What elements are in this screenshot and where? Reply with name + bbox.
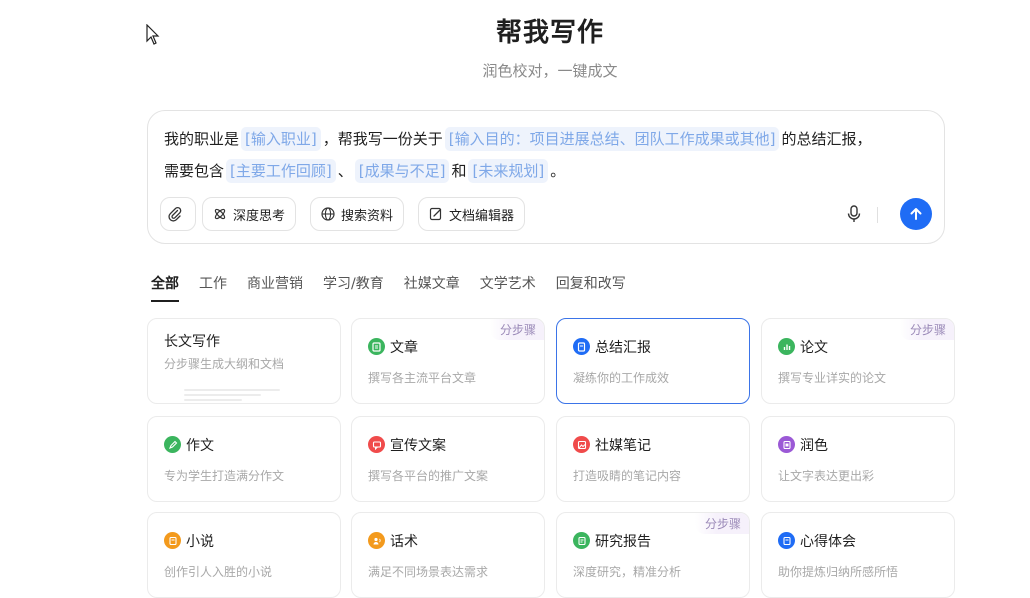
paperclip-icon xyxy=(168,206,182,222)
card-research-report[interactable]: 研究报告 深度研究，精准分析 分步骤 xyxy=(556,512,750,598)
card-desc: 撰写各主流平台文章 xyxy=(368,371,477,385)
card-title: 社媒笔记 xyxy=(595,438,651,454)
step-badge: 分步骤 xyxy=(694,513,749,534)
attach-button[interactable] xyxy=(160,197,196,231)
card-article[interactable]: 文章 撰写各主流平台文章 分步骤 xyxy=(351,318,545,404)
slot-purpose[interactable]: [输入目的：项目进展总结、团队工作成果或其他] xyxy=(444,127,780,151)
pen-icon xyxy=(164,436,181,453)
card-title: 宣传文案 xyxy=(390,438,446,454)
slot-result[interactable]: [成果与不足] xyxy=(354,159,450,183)
prompt-text-segment: 。 xyxy=(550,162,566,180)
card-desc: 助你提炼归纳所感所悟 xyxy=(778,565,899,579)
card-social-notes[interactable]: 社媒笔记 打造吸睛的笔记内容 xyxy=(556,416,750,502)
card-title: 润色 xyxy=(800,438,828,454)
globe-icon xyxy=(321,207,335,221)
card-long-writing[interactable]: 长文写作 分步骤生成大纲和文档 xyxy=(147,318,341,404)
card-desc: 创作引人入胜的小说 xyxy=(164,565,273,579)
prompt-text-segment: 、 xyxy=(337,162,353,180)
tab-all[interactable]: 全部 xyxy=(151,274,179,302)
card-desc: 撰写专业详实的论文 xyxy=(778,371,887,385)
prompt-text-segment: 和 xyxy=(451,162,467,180)
chat-icon xyxy=(368,436,385,453)
prompt-text-segment: 需要包含 xyxy=(164,162,225,180)
send-button[interactable] xyxy=(900,198,932,230)
slot-job[interactable]: [输入职业] xyxy=(241,127,321,151)
card-title: 长文写作 xyxy=(164,334,220,350)
card-desc: 打造吸睛的笔记内容 xyxy=(573,469,682,483)
category-tabs: 全部 工作 商业营销 学习/教育 社媒文章 文学艺术 回复和改写 xyxy=(151,274,646,302)
card-title: 话术 xyxy=(390,534,418,550)
card-speech[interactable]: 话术 满足不同场景表达需求 xyxy=(351,512,545,598)
card-composition[interactable]: 作文 专为学生打造满分作文 xyxy=(147,416,341,502)
slot-plan[interactable]: [未来规划] xyxy=(468,159,549,183)
edit-doc-icon xyxy=(429,207,442,221)
prompt-text-segment: 我的职业是 xyxy=(164,130,240,148)
microphone-icon[interactable] xyxy=(844,204,864,224)
card-desc: 撰写各平台的推广文案 xyxy=(368,469,489,483)
card-title: 研究报告 xyxy=(595,534,651,550)
prompt-toolbar: 深度思考 搜索资料 文档编辑器 xyxy=(160,197,932,233)
chart-icon xyxy=(778,338,795,355)
deep-think-label: 深度思考 xyxy=(233,208,286,224)
tab-marketing[interactable]: 商业营销 xyxy=(247,274,303,302)
card-promo-copy[interactable]: 宣传文案 撰写各平台的推广文案 xyxy=(351,416,545,502)
deep-think-button[interactable]: 深度思考 xyxy=(202,197,297,231)
research-icon xyxy=(573,532,590,549)
card-novel[interactable]: 小说 创作引人入胜的小说 xyxy=(147,512,341,598)
tab-reply-rewrite[interactable]: 回复和改写 xyxy=(556,274,626,302)
card-desc: 让文字表达更出彩 xyxy=(778,469,875,483)
atom-icon xyxy=(214,208,226,220)
card-desc: 专为学生打造满分作文 xyxy=(164,469,285,483)
polish-icon xyxy=(778,436,795,453)
note-icon xyxy=(778,532,795,549)
slot-review[interactable]: [主要工作回顾] xyxy=(226,159,336,183)
step-badge: 分步骤 xyxy=(489,319,544,340)
prompt-box[interactable]: 我的职业是 [输入职业] ，帮我写一份关于 [输入目的：项目进展总结、团队工作成果或其… xyxy=(147,110,945,244)
card-title: 文章 xyxy=(390,340,418,356)
tab-work[interactable]: 工作 xyxy=(199,274,227,302)
card-desc: 分步骤生成大纲和文档 xyxy=(164,357,285,371)
toolbar-divider xyxy=(877,207,878,223)
image-icon xyxy=(573,436,590,453)
card-title: 作文 xyxy=(186,438,214,454)
doc-editor-label: 文档编辑器 xyxy=(449,208,515,224)
card-desc: 满足不同场景表达需求 xyxy=(368,565,489,579)
prompt-text-segment: 的总结汇报， xyxy=(781,130,872,148)
card-summary-report[interactable]: 总结汇报 凝练你的工作成效 xyxy=(556,318,750,404)
tab-education[interactable]: 学习/教育 xyxy=(323,274,384,302)
card-title: 总结汇报 xyxy=(595,340,651,356)
doc-editor-button[interactable]: 文档编辑器 xyxy=(418,197,526,231)
card-title: 论文 xyxy=(800,340,828,356)
prompt-text-segment: ，帮我写一份关于 xyxy=(322,130,443,148)
search-button[interactable]: 搜索资料 xyxy=(310,197,405,231)
card-reflections[interactable]: 心得体会 助你提炼归纳所感所悟 xyxy=(761,512,955,598)
document-preview-decoration xyxy=(184,389,280,403)
arrow-up-icon xyxy=(910,208,922,220)
tab-literature[interactable]: 文学艺术 xyxy=(480,274,536,302)
page-subtitle: 润色校对，一键成文 xyxy=(482,62,618,80)
card-desc: 深度研究，精准分析 xyxy=(573,565,682,579)
card-title: 心得体会 xyxy=(800,534,856,550)
card-polish[interactable]: 润色 让文字表达更出彩 xyxy=(761,416,955,502)
doc-icon xyxy=(368,338,385,355)
card-thesis[interactable]: 论文 撰写专业详实的论文 分步骤 xyxy=(761,318,955,404)
card-desc: 凝练你的工作成效 xyxy=(573,371,670,385)
report-icon xyxy=(573,338,590,355)
prompt-text[interactable]: 我的职业是 [输入职业] ，帮我写一份关于 [输入目的：项目进展总结、团队工作成果或其… xyxy=(164,123,928,187)
step-badge: 分步骤 xyxy=(899,319,954,340)
tab-social-media[interactable]: 社媒文章 xyxy=(404,274,460,302)
person-icon xyxy=(368,532,385,549)
card-title: 小说 xyxy=(186,534,214,550)
page-title: 帮我写作 xyxy=(495,18,604,48)
book-icon xyxy=(164,532,181,549)
search-label: 搜索资料 xyxy=(341,208,394,224)
